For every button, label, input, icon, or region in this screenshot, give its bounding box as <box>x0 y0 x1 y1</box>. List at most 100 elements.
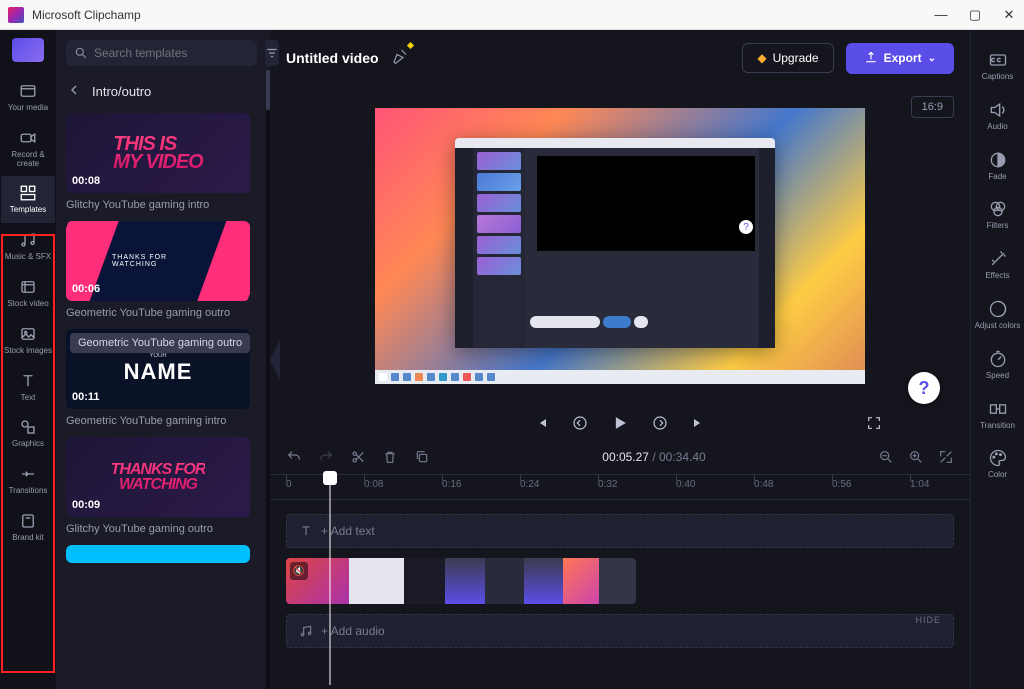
fullscreen-button[interactable] <box>866 415 882 431</box>
nav-your-media[interactable]: Your media <box>1 74 55 121</box>
nav-label: Transitions <box>9 487 48 496</box>
undo-button[interactable] <box>286 449 302 465</box>
skip-back-button[interactable] <box>534 415 550 431</box>
preview-content: ? <box>455 138 775 348</box>
graphics-icon <box>19 418 37 436</box>
timeline-tracks[interactable]: + Add text 🔇 + Add audio HIDE <box>270 500 970 689</box>
video-canvas[interactable]: ? <box>375 108 865 384</box>
add-audio-track[interactable]: + Add audio HIDE <box>286 614 954 648</box>
media-icon <box>19 82 37 100</box>
aspect-ratio-button[interactable]: 16:9 <box>911 96 954 118</box>
effects-icon <box>988 249 1008 269</box>
rp-audio[interactable]: Audio <box>972 94 1024 138</box>
rp-color[interactable]: Color <box>972 442 1024 486</box>
ruler[interactable]: 00:080:160:240:320:400:480:561:04 <box>270 474 970 500</box>
rp-label: Transition <box>980 422 1015 431</box>
text-icon <box>299 524 313 538</box>
rp-label: Captions <box>982 73 1014 82</box>
rp-captions[interactable]: Captions <box>972 44 1024 88</box>
rp-adjust-colors[interactable]: Adjust colors <box>972 293 1024 337</box>
speaker-icon <box>988 100 1008 120</box>
rp-speed[interactable]: Speed <box>972 343 1024 387</box>
nav-label: Text <box>21 394 36 403</box>
upgrade-button[interactable]: ◆ Upgrade <box>742 43 833 73</box>
duration-badge: 00:08 <box>72 175 100 187</box>
ruler-mark: 0:48 <box>754 479 773 490</box>
ruler-mark: 0:32 <box>598 479 617 490</box>
nav-music-sfx[interactable]: Music & SFX <box>1 223 55 270</box>
thumb-text: THIS ISMY VIDEO <box>113 135 202 171</box>
window-close-button[interactable]: ✕ <box>1002 8 1016 22</box>
nav-record-create[interactable]: Record & create <box>1 121 55 177</box>
ruler-mark: 0:24 <box>520 479 539 490</box>
template-title: Glitchy YouTube gaming outro <box>66 523 260 535</box>
templates-panel: Intro/outro THIS ISMY VIDEO00:08 Glitchy… <box>56 30 270 689</box>
skip-forward-button[interactable] <box>690 415 706 431</box>
fade-icon <box>988 150 1008 170</box>
rp-label: Effects <box>985 272 1009 281</box>
main-area: Untitled video ◆ Upgrade Export ⌄ 16:9 <box>270 30 970 689</box>
brandkit-icon <box>19 512 37 530</box>
delete-button[interactable] <box>382 449 398 465</box>
window-maximize-button[interactable]: ▢ <box>968 8 982 22</box>
rp-label: Color <box>988 471 1007 480</box>
rp-fade[interactable]: Fade <box>972 144 1024 188</box>
color-picker-icon[interactable] <box>391 47 409 70</box>
zoom-out-button[interactable] <box>878 449 894 465</box>
text-icon <box>19 372 37 390</box>
rp-effects[interactable]: Effects <box>972 243 1024 287</box>
template-card[interactable]: THANKS FORWATCHING00:09 Glitchy YouTube … <box>66 437 260 535</box>
rp-label: Filters <box>987 222 1009 231</box>
transitions-icon <box>19 465 37 483</box>
help-button[interactable]: ? <box>908 372 940 404</box>
template-card[interactable] <box>66 545 260 563</box>
add-audio-label: + Add audio <box>321 624 385 638</box>
nav-text[interactable]: Text <box>1 364 55 411</box>
template-card[interactable]: THIS ISMY VIDEO00:08 Glitchy YouTube gam… <box>66 113 260 211</box>
zoom-in-button[interactable] <box>908 449 924 465</box>
add-text-track[interactable]: + Add text <box>286 514 954 548</box>
chevron-down-icon: ⌄ <box>928 53 936 64</box>
export-button[interactable]: Export ⌄ <box>846 43 954 74</box>
duplicate-button[interactable] <box>414 449 430 465</box>
adjust-icon <box>988 299 1008 319</box>
template-card[interactable]: THANKS FOR WATCHING00:06 Geometric YouTu… <box>66 221 260 319</box>
rp-filters[interactable]: Filters <box>972 193 1024 237</box>
nav-stock-images[interactable]: Stock images <box>1 317 55 364</box>
rp-transition[interactable]: Transition <box>972 393 1024 437</box>
ruler-mark: 1:04 <box>910 479 929 490</box>
forward-button[interactable] <box>652 415 668 431</box>
play-button[interactable] <box>610 413 630 433</box>
nav-templates[interactable]: Templates <box>1 176 55 223</box>
playhead[interactable] <box>323 471 337 485</box>
music-icon <box>299 624 313 638</box>
nav-brand-kit[interactable]: Brand kit <box>1 504 55 551</box>
hide-tracks-button[interactable]: HIDE <box>915 615 941 625</box>
split-button[interactable] <box>350 449 366 465</box>
search-input[interactable] <box>94 46 249 60</box>
color-icon <box>988 448 1008 468</box>
template-list[interactable]: THIS ISMY VIDEO 00:08 Glitchy YouTube gam… <box>56 107 270 689</box>
music-icon <box>19 231 37 249</box>
video-clip[interactable]: 🔇 <box>286 558 636 604</box>
search-box[interactable] <box>66 40 257 66</box>
thumb-text: THANKS FOR WATCHING <box>112 254 204 268</box>
timeline-toolbar: 00:05.27 / 00:34.40 <box>270 440 970 474</box>
ruler-mark: 0:56 <box>832 479 851 490</box>
stock-video-icon <box>19 278 37 296</box>
back-arrow-icon[interactable] <box>66 82 82 101</box>
rp-label: Adjust colors <box>975 322 1021 331</box>
rewind-button[interactable] <box>572 415 588 431</box>
zoom-fit-button[interactable] <box>938 449 954 465</box>
nav-label: Your media <box>8 104 48 113</box>
filter-button[interactable] <box>265 40 279 66</box>
nav-stock-video[interactable]: Stock video <box>1 270 55 317</box>
nav-transitions[interactable]: Transitions <box>1 457 55 504</box>
camera-icon <box>19 129 37 147</box>
template-card[interactable]: Geometric YouTube gaming outro YOURNAME0… <box>66 329 260 427</box>
redo-button[interactable] <box>318 449 334 465</box>
app-logo[interactable] <box>12 38 44 62</box>
project-title[interactable]: Untitled video <box>286 50 379 66</box>
nav-graphics[interactable]: Graphics <box>1 410 55 457</box>
window-minimize-button[interactable]: — <box>934 8 948 22</box>
